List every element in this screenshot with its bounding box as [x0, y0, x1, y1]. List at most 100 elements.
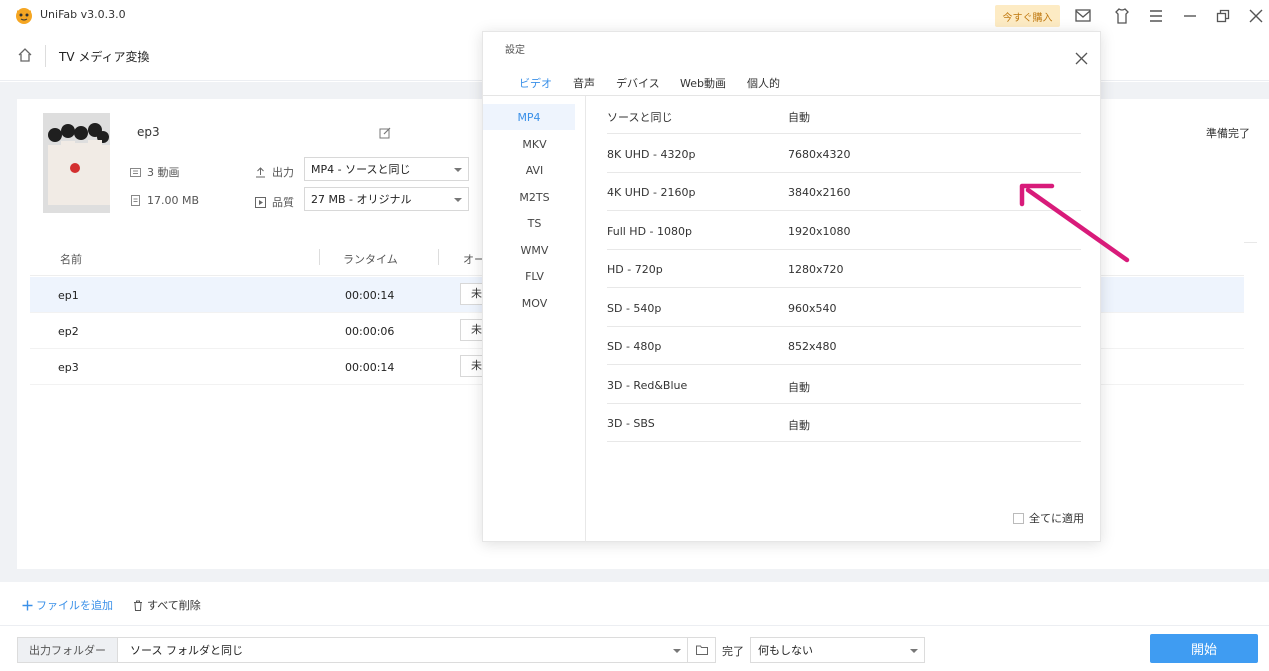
apply-all-label: 全てに適用	[1029, 512, 1084, 525]
video-count-row: 3 動画	[130, 164, 180, 180]
start-button[interactable]: 開始	[1150, 634, 1258, 663]
resolution-row[interactable]: 8K UHD - 4320p 7680x4320	[607, 135, 1081, 173]
resolution-name: ソースと同じ	[607, 111, 673, 124]
folder-icon	[695, 645, 708, 655]
apply-all-checkbox[interactable]: 全てに適用	[1013, 510, 1084, 526]
chevron-down-icon	[454, 168, 462, 172]
app-logo-icon	[14, 5, 34, 25]
quality-value: 27 MB - オリジナル	[311, 193, 412, 206]
tab-web-video[interactable]: Web動画	[680, 75, 726, 91]
footer: 出力フォルダー ソース フォルダと同じ 完了 何もしない 開始	[0, 627, 1269, 671]
row-runtime: 00:00:06	[345, 325, 395, 338]
skin-shirt-icon[interactable]	[1112, 6, 1132, 26]
tab-video[interactable]: ビデオ	[519, 75, 552, 91]
output-folder-value: ソース フォルダと同じ	[130, 644, 243, 657]
delete-all-button[interactable]: すべて削除	[133, 597, 201, 613]
resolution-name: 8K UHD - 4320p	[607, 148, 696, 161]
tab-audio[interactable]: 音声	[573, 75, 595, 91]
tab-device[interactable]: デバイス	[616, 75, 660, 91]
output-format-select[interactable]: MP4 - ソースと同じ	[304, 157, 469, 181]
column-divider	[438, 249, 439, 265]
file-size-row: 17.00 MB	[130, 194, 199, 207]
home-icon[interactable]	[17, 47, 35, 65]
resolution-value: 852x480	[788, 340, 837, 353]
column-divider	[319, 249, 320, 265]
resolution-row[interactable]: SD - 480p 852x480	[607, 327, 1081, 365]
quality-label-row: 品質	[255, 194, 294, 210]
browse-folder-button[interactable]	[688, 637, 716, 663]
menu-icon[interactable]	[1146, 6, 1166, 26]
format-item-wmv[interactable]: WMV	[483, 237, 586, 263]
format-list: MP4 MKV AVI M2TS TS WMV FLV MOV	[483, 96, 586, 542]
file-size-icon	[131, 195, 140, 206]
resolution-value: 960x540	[788, 302, 837, 315]
format-item-m2ts[interactable]: M2TS	[483, 184, 586, 210]
resolution-value: 自動	[788, 381, 810, 394]
buy-now-button[interactable]: 今すぐ購入	[995, 5, 1060, 27]
after-done-select[interactable]: 何もしない	[750, 637, 925, 663]
upload-icon	[256, 166, 265, 177]
output-label: 出力	[272, 166, 294, 179]
edit-icon[interactable]	[379, 127, 393, 141]
output-label-row: 出力	[255, 164, 294, 180]
resolution-value: 3840x2160	[788, 186, 851, 199]
status-text: 準備完了	[1206, 127, 1250, 140]
resolution-row[interactable]: SD - 540p 960x540	[607, 289, 1081, 327]
chevron-down-icon	[454, 198, 462, 202]
column-header-name: 名前	[60, 253, 82, 266]
format-item-avi[interactable]: AVI	[483, 157, 586, 183]
app-title: UniFab v3.0.3.0	[40, 8, 126, 21]
delete-all-label: すべて削除	[147, 599, 201, 612]
resolution-value: 1280x720	[788, 263, 844, 276]
row-name: ep3	[58, 361, 79, 374]
output-folder-select[interactable]: ソース フォルダと同じ	[118, 637, 688, 663]
add-file-label: ファイルを追加	[36, 599, 113, 612]
chevron-down-icon	[673, 649, 681, 653]
resolution-name: 3D - Red&Blue	[607, 379, 688, 392]
add-file-button[interactable]: ファイルを追加	[22, 597, 113, 613]
quality-select[interactable]: 27 MB - オリジナル	[304, 187, 469, 211]
file-size: 17.00 MB	[147, 194, 200, 207]
tab-personal[interactable]: 個人的	[747, 75, 780, 91]
resolution-name: Full HD - 1080p	[607, 225, 692, 238]
format-item-flv[interactable]: FLV	[483, 263, 586, 289]
chevron-down-icon	[910, 649, 918, 653]
trash-icon	[134, 600, 142, 611]
format-item-mkv[interactable]: MKV	[483, 131, 586, 157]
quality-label: 品質	[272, 196, 294, 209]
resolution-row[interactable]: ソースと同じ 自動	[607, 96, 1081, 134]
format-item-mp4[interactable]: MP4	[483, 104, 575, 130]
resolution-name: SD - 480p	[607, 340, 662, 353]
annotation-arrow-icon	[1019, 183, 1130, 263]
row-runtime: 00:00:14	[345, 289, 395, 302]
video-count: 3 動画	[147, 166, 180, 179]
dialog-tabs: ビデオ 音声 デバイス Web動画 個人的	[483, 64, 1100, 96]
mail-icon[interactable]	[1073, 6, 1093, 26]
format-item-ts[interactable]: TS	[483, 210, 586, 236]
resolution-name: 4K UHD - 2160p	[607, 186, 696, 199]
title-bar: UniFab v3.0.3.0 今すぐ購入	[0, 0, 1269, 31]
resolution-name: HD - 720p	[607, 263, 663, 276]
settings-dialog: 設定 ビデオ 音声 デバイス Web動画 個人的 MP4 MKV AVI M2T…	[482, 31, 1101, 542]
header-divider	[45, 45, 46, 67]
resolution-name: 3D - SBS	[607, 417, 655, 430]
close-window-icon[interactable]	[1246, 6, 1266, 26]
minimize-icon[interactable]	[1180, 6, 1200, 26]
quality-icon	[255, 196, 266, 208]
after-done-value: 何もしない	[758, 644, 813, 657]
restore-icon[interactable]	[1213, 6, 1233, 26]
resolution-row[interactable]: 3D - Red&Blue 自動	[607, 366, 1081, 404]
plus-icon	[22, 600, 33, 610]
done-label: 完了	[722, 645, 744, 658]
resolution-value: 7680x4320	[788, 148, 851, 161]
format-item-mov[interactable]: MOV	[483, 290, 586, 316]
resolution-row[interactable]: 3D - SBS 自動	[607, 404, 1081, 442]
row-name: ep1	[58, 289, 79, 302]
resolution-name: SD - 540p	[607, 302, 662, 315]
resolution-value: 1920x1080	[788, 225, 851, 238]
column-header-runtime: ランタイム	[343, 253, 398, 266]
resolution-value: 自動	[788, 111, 810, 124]
video-count-icon	[130, 167, 141, 177]
row-runtime: 00:00:14	[345, 361, 395, 374]
file-name: ep3	[137, 125, 160, 139]
